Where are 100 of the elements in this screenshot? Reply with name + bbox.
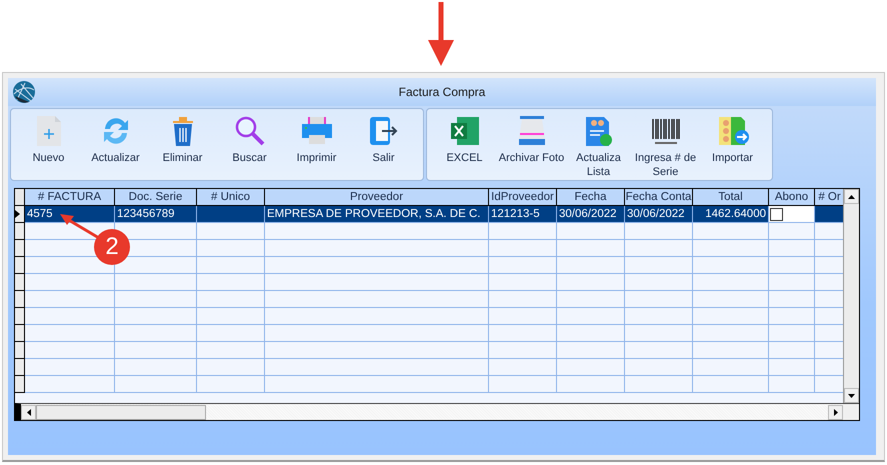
table-cell (197, 359, 265, 376)
table-cell (489, 291, 557, 308)
toolbar-button[interactable]: Imprimir (283, 115, 350, 165)
table-cell: 4575 (25, 206, 115, 223)
table-cell (769, 376, 815, 393)
toolbar-button[interactable]: Ingresa # de Serie (632, 115, 699, 179)
table-cell (557, 223, 625, 240)
table-cell (769, 359, 815, 376)
toolbar-button[interactable]: Salir (350, 115, 417, 165)
table-cell (625, 308, 693, 325)
scroll-up-button[interactable] (844, 189, 859, 204)
toolbar-button[interactable]: Archivar Foto (498, 115, 565, 165)
scroll-thumb[interactable] (36, 404, 206, 420)
vertical-scrollbar[interactable] (843, 189, 859, 403)
row-header[interactable] (15, 376, 25, 393)
globe-icon (12, 80, 36, 104)
exit-icon (368, 115, 400, 147)
table-cell (769, 257, 815, 274)
down-arrow-icon (848, 394, 855, 398)
right-arrow-icon (834, 408, 838, 416)
toolbar-button[interactable]: EXCEL (431, 115, 498, 165)
table-cell (769, 342, 815, 359)
table-cell (489, 308, 557, 325)
column-header[interactable]: Fecha Conta (625, 189, 693, 206)
column-header[interactable]: # Unico (197, 189, 265, 206)
row-header[interactable] (15, 223, 25, 240)
table-cell (197, 223, 265, 240)
column-header[interactable]: Total (693, 189, 769, 206)
table-cell (557, 257, 625, 274)
table-cell (557, 291, 625, 308)
table-cell (489, 274, 557, 291)
table-cell (625, 274, 693, 291)
scanner-icon (516, 115, 546, 147)
scroll-right-button[interactable] (828, 404, 843, 420)
row-header[interactable] (15, 206, 25, 223)
table-cell: 30/06/2022 (557, 206, 625, 223)
column-header[interactable]: IdProveedor (489, 189, 557, 206)
table-cell (489, 223, 557, 240)
table-cell (489, 342, 557, 359)
toolbar-button[interactable]: Actualiza Lista (565, 115, 632, 179)
row-header[interactable] (15, 359, 25, 376)
scroll-left-button[interactable] (21, 404, 36, 420)
table-cell (769, 291, 815, 308)
table-cell (557, 274, 625, 291)
table-cell (769, 308, 815, 325)
table-cell (625, 359, 693, 376)
table-cell (489, 257, 557, 274)
table-cell (557, 240, 625, 257)
contact-list-icon (584, 115, 614, 147)
table-cell: 123456789 (115, 206, 197, 223)
column-header[interactable]: Doc. Serie (115, 189, 197, 206)
table-cell (197, 274, 265, 291)
table-cell (769, 325, 815, 342)
table-cell (197, 308, 265, 325)
table-cell (625, 240, 693, 257)
table-cell (489, 325, 557, 342)
table-cell: 30/06/2022 (625, 206, 693, 223)
toolbar-button[interactable]: Actualizar (82, 115, 149, 165)
new-document-icon (34, 115, 62, 147)
row-header[interactable] (15, 274, 25, 291)
table-cell (197, 342, 265, 359)
scrollbar-corner (843, 403, 859, 420)
table-cell (625, 342, 693, 359)
printer-icon (300, 115, 334, 147)
row-header[interactable] (15, 257, 25, 274)
table-cell (625, 376, 693, 393)
table-cell (769, 274, 815, 291)
row-header[interactable] (15, 240, 25, 257)
abono-checkbox[interactable] (770, 208, 783, 220)
table-cell (625, 325, 693, 342)
search-icon (234, 115, 266, 147)
column-header[interactable]: # FACTURA (25, 189, 115, 206)
scroll-down-button[interactable] (844, 388, 859, 403)
table-cell (489, 376, 557, 393)
column-header[interactable]: Abono (769, 189, 815, 206)
table-cell (557, 342, 625, 359)
column-header[interactable]: # Or (815, 189, 843, 206)
table-cell (557, 325, 625, 342)
table-cell: EMPRESA DE PROVEEDOR, S.A. DE C. (265, 206, 489, 223)
import-list-icon (716, 115, 748, 147)
toolbar-button[interactable]: Nuevo (15, 115, 82, 165)
table-cell (625, 291, 693, 308)
column-header[interactable]: Fecha (557, 189, 625, 206)
row-header[interactable] (15, 342, 25, 359)
toolbar-button[interactable]: Importar (699, 115, 766, 165)
table-cell (769, 240, 815, 257)
toolbar-button[interactable]: Buscar (216, 115, 283, 165)
horizontal-scrollbar[interactable] (15, 403, 843, 420)
table-cell (625, 223, 693, 240)
row-header[interactable] (15, 291, 25, 308)
table-cell (197, 291, 265, 308)
spreadsheet-icon (448, 115, 480, 147)
row-header[interactable] (15, 325, 25, 342)
table-cell (489, 359, 557, 376)
table-cell (557, 308, 625, 325)
column-header[interactable]: Proveedor (265, 189, 489, 206)
row-header[interactable] (15, 308, 25, 325)
window-title: Factura Compra (398, 85, 486, 99)
toolbar-button[interactable]: Eliminar (149, 115, 216, 165)
table-cell (557, 376, 625, 393)
